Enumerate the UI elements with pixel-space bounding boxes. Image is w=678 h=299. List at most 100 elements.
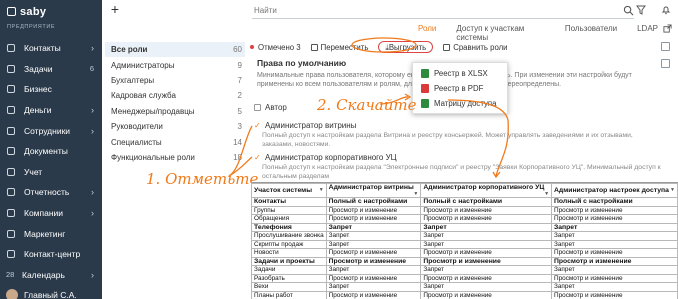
role-author-row[interactable]: Автор bbox=[254, 103, 287, 112]
column-header[interactable]: Администратор корпоративного УЦ ▼ bbox=[420, 183, 553, 198]
table-cell[interactable]: Запрет bbox=[551, 222, 678, 232]
role-item-accountants[interactable]: Бухгалтеры 7 bbox=[105, 73, 245, 88]
table-cell[interactable]: Прослушивание звонка bbox=[251, 231, 327, 241]
nav-item-companies[interactable]: Компании › bbox=[0, 203, 102, 224]
table-cell[interactable]: Просмотр и изменение bbox=[551, 214, 678, 224]
table-cell[interactable]: Разобрать bbox=[251, 273, 327, 283]
nav-item-contacts[interactable]: Контакты › bbox=[0, 38, 102, 59]
nav-item-business[interactable]: Бизнес bbox=[0, 79, 102, 100]
table-cell[interactable]: Запрет bbox=[420, 222, 553, 232]
table-cell[interactable]: Вехи bbox=[251, 282, 327, 292]
table-cell[interactable]: Просмотр и изменение bbox=[420, 256, 553, 266]
table-cell[interactable]: Просмотр и изменение bbox=[420, 290, 553, 299]
table-cell[interactable]: Группы bbox=[251, 205, 327, 215]
app-logo[interactable]: saby bbox=[7, 6, 46, 18]
table-cell[interactable]: Запрет bbox=[325, 231, 422, 241]
column-header[interactable]: Администратор настроек доступа ▼ bbox=[551, 183, 678, 198]
search-icon[interactable] bbox=[623, 5, 634, 16]
role-item-hr[interactable]: Кадровая служба 2 bbox=[105, 88, 245, 103]
table-cell[interactable]: Задачи bbox=[251, 265, 327, 275]
table-cell[interactable]: Просмотр и изменение bbox=[420, 248, 553, 258]
column-header[interactable]: Участок системы ▼ bbox=[251, 183, 327, 198]
filter-dropdown-icon[interactable]: ▼ bbox=[413, 191, 418, 197]
download-button[interactable]: ⤓ Выгрузить bbox=[378, 41, 434, 53]
add-button[interactable]: + bbox=[109, 2, 121, 16]
table-cell[interactable]: Просмотр и изменение bbox=[325, 256, 422, 266]
nav-item-employees[interactable]: Сотрудники › bbox=[0, 120, 102, 141]
role-item-functional[interactable]: Функциональные роли 18 bbox=[105, 150, 245, 165]
table-cell[interactable]: Запрет bbox=[420, 282, 553, 292]
table-cell[interactable]: Задачи и проекты bbox=[251, 256, 327, 266]
filter-dropdown-icon[interactable]: ▼ bbox=[670, 187, 675, 193]
table-cell[interactable]: Запрет bbox=[551, 231, 678, 241]
table-cell[interactable]: Запрет bbox=[325, 222, 422, 232]
table-cell[interactable]: Просмотр и изменение bbox=[325, 273, 422, 283]
menu-item-pdf[interactable]: Реестр в PDF bbox=[413, 81, 507, 96]
table-cell[interactable]: Полный с настройками bbox=[325, 197, 422, 207]
table-cell[interactable]: Просмотр и изменение bbox=[551, 290, 678, 299]
role-item-admins[interactable]: Администраторы 9 bbox=[105, 57, 245, 72]
role-showcase-admin-row[interactable]: ✓ Администратор витрины bbox=[254, 121, 356, 130]
tab-roles[interactable]: Роли bbox=[418, 24, 436, 38]
compare-roles-button[interactable]: Сравнить роли bbox=[443, 43, 508, 52]
nav-item-user[interactable]: Главный С.А. bbox=[0, 285, 102, 299]
table-cell[interactable]: Запрет bbox=[551, 282, 678, 292]
column-header[interactable]: Администратор витрины ▼ bbox=[325, 183, 422, 198]
table-cell[interactable]: Просмотр и изменение bbox=[551, 205, 678, 215]
role-corp-admin-row[interactable]: ✓ Администратор корпоративного УЦ bbox=[254, 153, 397, 162]
check-icon[interactable]: ✓ bbox=[254, 153, 261, 162]
menu-item-xlsx[interactable]: Реестр в XLSX bbox=[413, 66, 507, 81]
tab-ldap[interactable]: LDAP bbox=[637, 24, 658, 38]
nav-item-reports[interactable]: Отчетность › bbox=[0, 182, 102, 203]
tab-system-access[interactable]: Доступ к участкам системы bbox=[456, 24, 544, 42]
edit-icon[interactable] bbox=[660, 42, 670, 51]
table-cell[interactable]: Просмотр и изменение bbox=[325, 214, 422, 224]
search-input[interactable] bbox=[252, 3, 612, 18]
check-icon[interactable]: ✓ bbox=[254, 121, 261, 130]
nav-item-tasks[interactable]: Задачи 6 bbox=[0, 59, 102, 80]
checkbox[interactable] bbox=[254, 104, 261, 111]
role-item-specialists[interactable]: Специалисты 14 bbox=[105, 134, 245, 149]
table-cell[interactable]: Просмотр и изменение bbox=[551, 273, 678, 283]
table-cell[interactable]: Запрет bbox=[551, 265, 678, 275]
role-item-heads[interactable]: Руководители 3 bbox=[105, 119, 245, 134]
table-cell[interactable]: Запрет bbox=[325, 282, 422, 292]
filter-icon[interactable] bbox=[636, 5, 646, 15]
role-item-managers[interactable]: Менеджеры/продавцы 5 bbox=[105, 104, 245, 119]
nav-item-calendar[interactable]: 28 Календарь › bbox=[0, 265, 102, 286]
table-cell[interactable]: Запрет bbox=[420, 231, 553, 241]
nav-item-contact-center[interactable]: Контакт-центр bbox=[0, 244, 102, 265]
table-cell[interactable]: Запрет bbox=[420, 239, 553, 249]
table-cell[interactable]: Запрет bbox=[325, 265, 422, 275]
role-item-all[interactable]: Все роли 60 bbox=[105, 42, 245, 58]
table-cell[interactable]: Просмотр и изменение bbox=[420, 214, 553, 224]
table-cell[interactable]: Обращения bbox=[251, 214, 327, 224]
table-cell[interactable]: Просмотр и изменение bbox=[551, 248, 678, 258]
nav-item-marketing[interactable]: Маркетинг bbox=[0, 223, 102, 244]
menu-item-matrix[interactable]: Матрицу доступа bbox=[413, 96, 507, 111]
pin-icon[interactable] bbox=[660, 59, 670, 68]
table-cell[interactable]: Запрет bbox=[325, 239, 422, 249]
table-cell[interactable]: Просмотр и изменение bbox=[551, 256, 678, 266]
table-cell[interactable]: Просмотр и изменение bbox=[420, 273, 553, 283]
table-cell[interactable]: Новости bbox=[251, 248, 327, 258]
table-cell[interactable]: Телефония bbox=[251, 222, 327, 232]
filter-dropdown-icon[interactable]: ▼ bbox=[319, 187, 324, 193]
table-cell[interactable]: Просмотр и изменение bbox=[420, 205, 553, 215]
marked-count[interactable]: Отмечено 3 bbox=[250, 43, 301, 52]
table-cell[interactable]: Запрет bbox=[420, 265, 553, 275]
table-cell[interactable]: Запрет bbox=[551, 239, 678, 249]
table-cell[interactable]: Контакты bbox=[251, 197, 327, 207]
table-cell[interactable]: Просмотр и изменение bbox=[325, 290, 422, 299]
filter-dropdown-icon[interactable]: ▼ bbox=[544, 191, 549, 197]
table-cell[interactable]: Планы работ bbox=[251, 290, 327, 299]
nav-item-money[interactable]: Деньги › bbox=[0, 100, 102, 121]
table-cell[interactable]: Просмотр и изменение bbox=[325, 205, 422, 215]
nav-item-documents[interactable]: Документы bbox=[0, 141, 102, 162]
move-button[interactable]: Переместить bbox=[310, 43, 368, 52]
bell-icon[interactable] bbox=[661, 5, 671, 15]
table-cell[interactable]: Полный с настройками bbox=[551, 197, 678, 207]
table-cell[interactable]: Скрипты продаж bbox=[251, 239, 327, 249]
external-link-icon[interactable] bbox=[663, 24, 672, 33]
table-cell[interactable]: Полный с настройками bbox=[420, 197, 553, 207]
